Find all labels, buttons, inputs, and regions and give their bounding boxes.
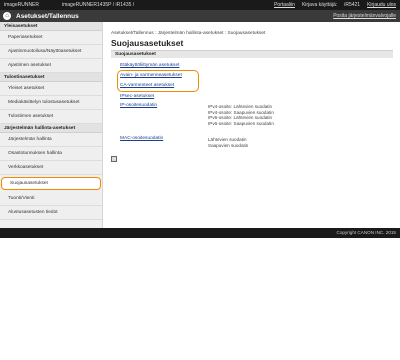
- ip-filter-description: IPv4-osoite: Lähtevien suodatin IPv4-oso…: [208, 104, 274, 126]
- mac-desc-line: Saapuvien suodatin: [208, 142, 249, 148]
- sidebar-item-security[interactable]: Suojausasetukset: [1, 177, 101, 190]
- sidebar-item-printer[interactable]: Tulostimen asetukset: [0, 110, 102, 124]
- breadcrumb: Asetukset/Tallennus : Järjestelmän halli…: [111, 31, 266, 36]
- mac-desc-line: Lähtevien suodatin: [208, 137, 247, 142]
- sidebar-item-system-management[interactable]: Järjestelmän hallinta: [0, 133, 102, 147]
- page-title: Suojausasetukset: [111, 38, 184, 48]
- sidebar-item-dept-id[interactable]: Osastotunnuksen hallinta: [0, 147, 102, 161]
- logout-link[interactable]: Kirjaudu ulos: [367, 2, 396, 8]
- sidebar-item-display[interactable]: Ajastinmuotoilusa/Näyttöasetukset: [0, 45, 102, 59]
- sidebar-item-init[interactable]: Alustusasetusten tiedot: [0, 206, 102, 220]
- top-bar: imageRUNNER imageRUNNER1435P / iR1435 / …: [0, 0, 400, 10]
- ip-desc-line: IPv6-osoite: Saapuvien suodatin: [208, 120, 274, 126]
- page-section-title: Asetukset/Tallennus: [16, 12, 79, 20]
- footer: Copyright CANON INC. 2015: [0, 228, 400, 238]
- panel-header: Suojausasetukset: [111, 50, 393, 58]
- print-icon[interactable]: [111, 156, 117, 162]
- ip-desc-line: IPv6-osoite: Lähtevien suodatin: [208, 115, 273, 121]
- sidebar-item-import-export[interactable]: Tuonti/Vienti: [0, 192, 102, 206]
- ipsec-settings-link[interactable]: IPsec-asetukset: [120, 94, 154, 99]
- brand-label: imageRUNNER: [4, 2, 40, 8]
- sidebar-item-general[interactable]: Yleiset asetukset: [0, 82, 102, 96]
- sidebar-header-printer: Tulostinasetukset: [0, 73, 102, 82]
- sidebar-item-media[interactable]: Mediakäsittelyn tulostusasetukset: [0, 96, 102, 110]
- portal-link[interactable]: Portaaliin: [274, 2, 295, 8]
- mail-admin-link[interactable]: Posita järjestelmänvalvojalle: [333, 13, 396, 19]
- sidebar-item-paper[interactable]: Paperiasetukset: [0, 31, 102, 45]
- title-bar: ⌂ Asetukset/Tallennus Posita järjestelmä…: [0, 10, 400, 22]
- user-name: iR5421: [344, 2, 361, 8]
- ethernet-settings-link[interactable]: Etäkäyttöliittymän asetukset: [120, 63, 179, 68]
- key-cert-settings-link[interactable]: Avain- ja varmenneasetukset: [120, 73, 182, 78]
- ip-desc-line: IPv4-osoite: Lähtevien suodatin: [208, 104, 273, 109]
- mac-filter-description: Lähtevien suodatin Saapuvien suodatin: [208, 137, 248, 148]
- sidebar-header-general: Yleisasetukset: [0, 22, 102, 31]
- user-label: Kirjava käyttäjä:: [301, 2, 338, 8]
- home-icon[interactable]: ⌂: [3, 12, 11, 20]
- device-label: imageRUNNER1435P / iR1435 /: [62, 2, 135, 8]
- sidebar: Yleisasetukset Paperiasetukset Ajastinmu…: [0, 22, 103, 228]
- sidebar-item-network[interactable]: Verkkoasetukset: [0, 161, 102, 175]
- mac-filter-link[interactable]: MAC-osoitesuodatin: [120, 136, 163, 141]
- ip-filter-link[interactable]: IP-osoitesuodatin: [120, 103, 157, 108]
- main-content: Asetukset/Tallennus : Järjestelmän halli…: [104, 22, 400, 228]
- ca-cert-settings-link[interactable]: CA-varmenteet asetukset: [120, 83, 174, 88]
- sidebar-item-timer[interactable]: Ajastimen asetukset: [0, 59, 102, 73]
- sidebar-header-system: Järjestelmän hallinta-asetukset: [0, 124, 102, 133]
